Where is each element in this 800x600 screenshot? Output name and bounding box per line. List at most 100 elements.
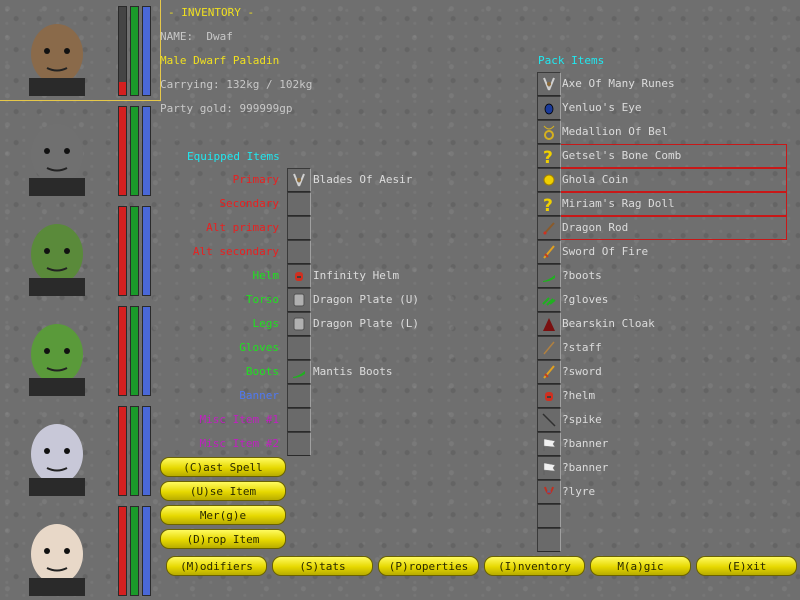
slot-label: Secondary: [219, 197, 279, 210]
pack-item-name[interactable]: ?banner: [562, 461, 608, 474]
pack-item-name[interactable]: Bearskin Cloak: [562, 317, 655, 330]
party-member-ghost[interactable]: [0, 400, 160, 500]
stamina-bar: [130, 206, 139, 296]
portrait-orc[interactable]: [4, 206, 110, 296]
slot-label: Torso: [245, 293, 279, 306]
pack-item-name[interactable]: ?boots: [562, 269, 602, 282]
pack-item-name[interactable]: ?banner: [562, 437, 608, 450]
pack-slot[interactable]: [537, 480, 561, 504]
portrait-elf-woman[interactable]: [4, 506, 110, 596]
helm-icon: [541, 388, 557, 404]
pack-slot[interactable]: [537, 408, 561, 432]
slot-label: Helm: [252, 269, 280, 282]
equip-slot[interactable]: [287, 408, 311, 432]
pack-slot[interactable]: [537, 216, 561, 240]
party-member-orc[interactable]: [0, 200, 160, 300]
equipped-item-name: Blades Of Aesir: [313, 173, 413, 186]
pack-item-name[interactable]: ?gloves: [562, 293, 608, 306]
pack-item-name[interactable]: Getsel's Bone Comb: [562, 149, 681, 162]
pack-slot[interactable]: [537, 336, 561, 360]
mana-bar: [142, 406, 151, 496]
party-member-dwarf-viking[interactable]: [0, 0, 161, 101]
pack-slot[interactable]: [537, 72, 561, 96]
cast-spell-button[interactable]: (C)ast Spell: [160, 457, 286, 477]
modifiers-button[interactable]: (M)odifiers: [166, 556, 267, 576]
spike-icon: [541, 412, 557, 428]
stamina-bar: [130, 406, 139, 496]
equip-slot[interactable]: [287, 336, 311, 360]
slot-label: Banner: [239, 389, 279, 402]
mana-bar-fill: [143, 507, 150, 595]
use-item-button[interactable]: (U)se Item: [160, 481, 286, 501]
pack-slot[interactable]: [537, 384, 561, 408]
pack-item-name[interactable]: Axe Of Many Runes: [562, 77, 675, 90]
pack-item-name[interactable]: Medallion Of Bel: [562, 125, 668, 138]
pack-slot[interactable]: [537, 456, 561, 480]
mana-bar-fill: [143, 7, 150, 95]
pack-item-name[interactable]: ?staff: [562, 341, 602, 354]
equip-slot[interactable]: [287, 312, 311, 336]
svg-text:?: ?: [543, 148, 553, 164]
pack-item-name[interactable]: ?sword: [562, 365, 602, 378]
stamina-bar-fill: [131, 307, 138, 395]
carrying-weight: Carrying: 132kg / 102kg: [160, 78, 313, 91]
pack-item-name[interactable]: Miriam's Rag Doll: [562, 197, 675, 210]
pack-slot[interactable]: [537, 312, 561, 336]
pack-slot[interactable]: [537, 360, 561, 384]
sword-icon: [541, 364, 557, 380]
boots-icon: [291, 364, 307, 380]
pack-slot[interactable]: [537, 288, 561, 312]
pack-item-name[interactable]: ?lyre: [562, 485, 595, 498]
pack-item-name[interactable]: ?helm: [562, 389, 595, 402]
party-member-goblin[interactable]: [0, 300, 160, 400]
party-member-robot[interactable]: [0, 100, 160, 200]
properties-button[interactable]: (P)roperties: [378, 556, 479, 576]
pack-item-name[interactable]: Dragon Rod: [562, 221, 628, 234]
pack-slot[interactable]: [537, 120, 561, 144]
pack-item-name[interactable]: Sword Of Fire: [562, 245, 648, 258]
pack-slot[interactable]: [537, 168, 561, 192]
question-mark-icon: ?: [541, 148, 557, 168]
equip-slot[interactable]: [287, 264, 311, 288]
exit-button[interactable]: (E)xit: [696, 556, 797, 576]
pack-slot[interactable]: [537, 96, 561, 120]
party-member-elf-woman[interactable]: [0, 500, 160, 600]
equip-slot[interactable]: [287, 288, 311, 312]
equip-slot[interactable]: [287, 192, 311, 216]
equip-slot[interactable]: [287, 216, 311, 240]
portrait-robot[interactable]: [4, 106, 110, 196]
pack-slot[interactable]: ?: [537, 144, 561, 168]
mana-bar-fill: [143, 307, 150, 395]
pack-slot[interactable]: [537, 264, 561, 288]
pack-slot[interactable]: [537, 240, 561, 264]
pack-slot[interactable]: ?: [537, 192, 561, 216]
axe-icon: [541, 76, 557, 92]
portrait-goblin[interactable]: [4, 306, 110, 396]
name-value: Dwaf: [206, 30, 233, 43]
health-bar: [118, 406, 127, 496]
pack-item-name[interactable]: Yenluo's Eye: [562, 101, 641, 114]
name-label: NAME: Dwaf: [160, 30, 233, 43]
merge-button[interactable]: Mer(g)e: [160, 505, 286, 525]
equip-slot[interactable]: [287, 240, 311, 264]
equipped-title: Equipped Items: [187, 150, 280, 163]
pack-item-name[interactable]: ?spike: [562, 413, 602, 426]
slot-label: Alt primary: [206, 221, 279, 234]
crossed-blades-icon: [291, 172, 307, 188]
equip-slot[interactable]: [287, 432, 311, 456]
portrait-dwarf-viking[interactable]: [4, 6, 110, 96]
pack-slot[interactable]: [537, 528, 561, 552]
pack-slot[interactable]: [537, 432, 561, 456]
stats-button[interactable]: (S)tats: [272, 556, 373, 576]
inventory-button[interactable]: (I)nventory: [484, 556, 585, 576]
equip-slot[interactable]: [287, 168, 311, 192]
stamina-bar-fill: [131, 507, 138, 595]
equip-slot[interactable]: [287, 384, 311, 408]
magic-button[interactable]: M(a)gic: [590, 556, 691, 576]
pack-item-name[interactable]: Ghola Coin: [562, 173, 628, 186]
drop-item-button[interactable]: (D)rop Item: [160, 529, 286, 549]
pack-slot[interactable]: [537, 504, 561, 528]
mana-bar-fill: [143, 407, 150, 495]
portrait-ghost[interactable]: [4, 406, 110, 496]
equip-slot[interactable]: [287, 360, 311, 384]
